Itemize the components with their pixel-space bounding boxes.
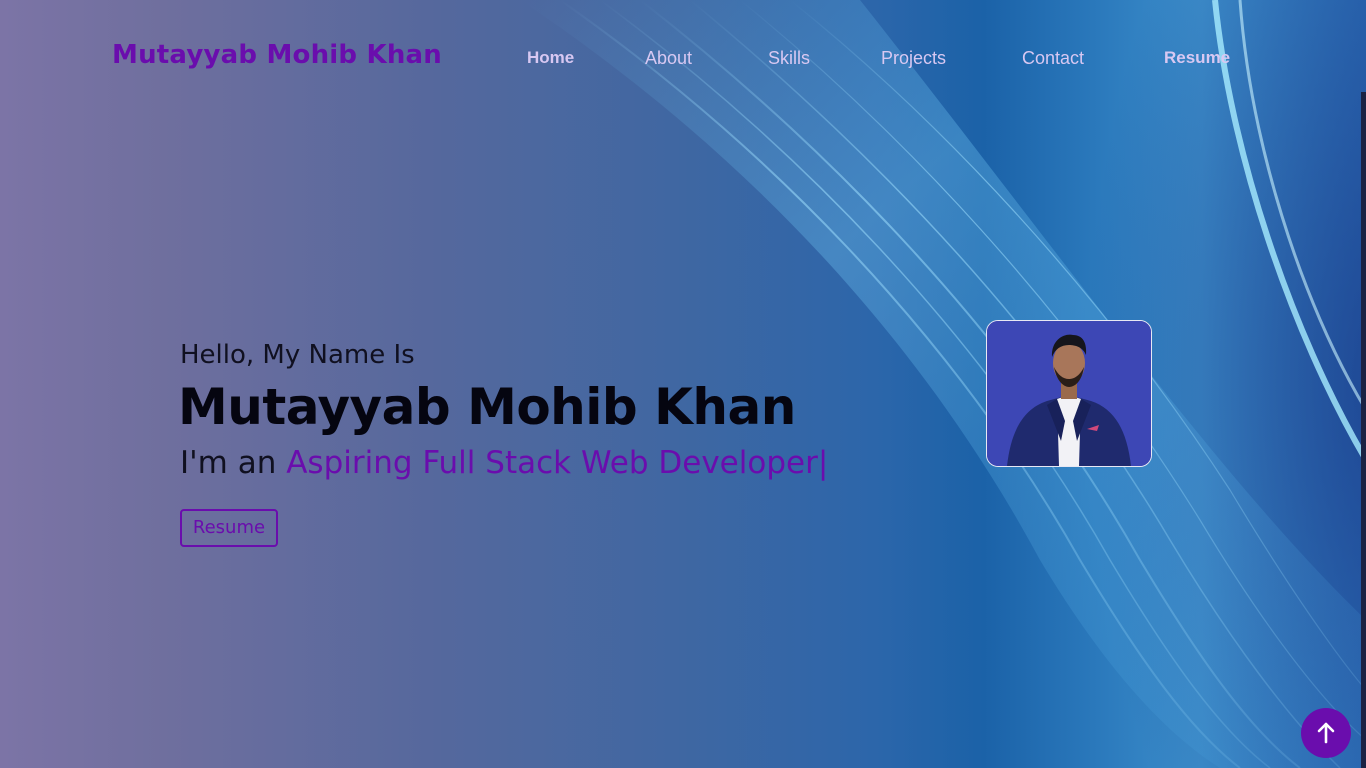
- tagline-role: Aspiring Full Stack Web Developer: [286, 445, 818, 481]
- nav-item-resume[interactable]: Resume: [1164, 48, 1230, 68]
- typing-cursor: |: [817, 445, 829, 481]
- back-to-top-button[interactable]: [1301, 708, 1351, 758]
- nav-item-skills[interactable]: Skills: [768, 48, 810, 69]
- arrow-up-icon: [1317, 722, 1335, 744]
- hero-greeting: Hello, My Name Is: [180, 340, 415, 370]
- nav-item-about[interactable]: About: [645, 48, 692, 69]
- person-portrait-icon: [987, 321, 1151, 466]
- nav-item-home[interactable]: Home: [527, 48, 574, 68]
- nav-item-projects[interactable]: Projects: [881, 48, 946, 69]
- hero-tagline: I'm an Aspiring Full Stack Web Developer…: [180, 445, 828, 481]
- hero-name: Mutayyab Mohib Khan: [178, 378, 796, 436]
- scrollbar-track[interactable]: [1361, 92, 1366, 768]
- tagline-prefix: I'm an: [180, 445, 287, 481]
- main-nav: Home About Skills Projects Contact Resum…: [0, 48, 1366, 72]
- resume-button[interactable]: Resume: [180, 509, 278, 547]
- nav-item-contact[interactable]: Contact: [1022, 48, 1084, 69]
- profile-photo: [986, 320, 1152, 467]
